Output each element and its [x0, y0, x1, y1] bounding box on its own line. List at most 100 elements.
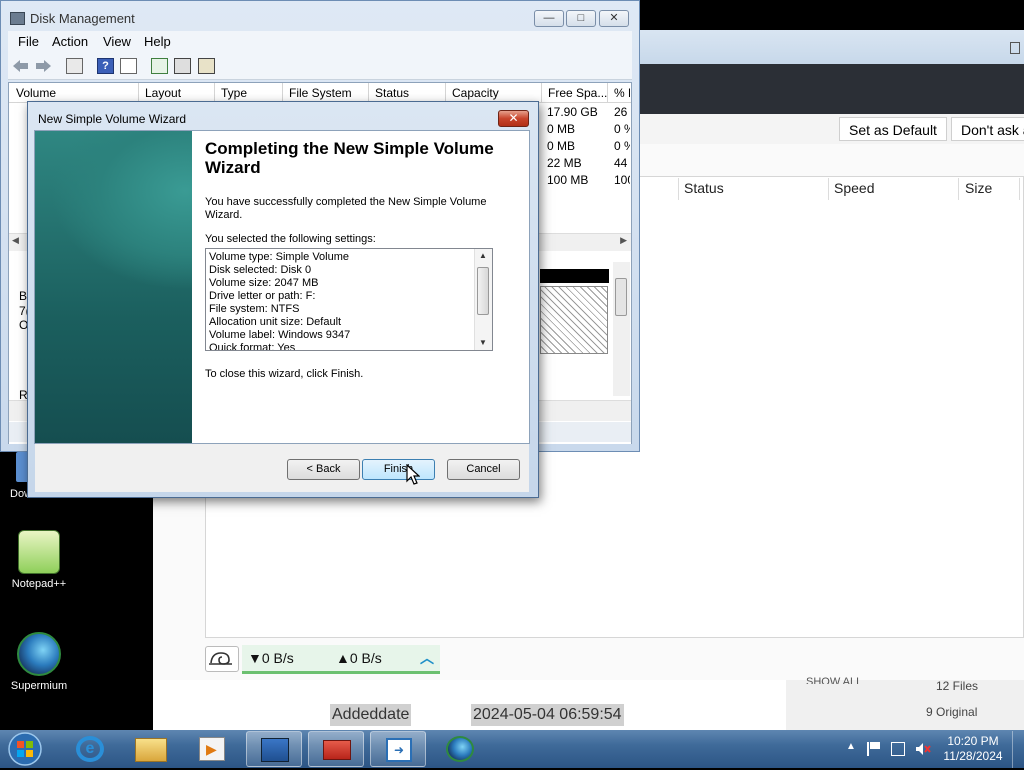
menu-file[interactable]: File	[18, 34, 39, 49]
desktop-icon-notepadpp[interactable]: Notepad++	[0, 530, 84, 590]
column-separator	[607, 83, 608, 102]
download-client-titlebar	[640, 30, 1024, 65]
volume-muted-icon[interactable]	[915, 742, 931, 756]
dont-ask-button[interactable]: Don't ask a	[951, 117, 1024, 141]
disk-management-icon	[261, 738, 289, 762]
chevron-up-icon[interactable]: ︿	[420, 645, 434, 671]
close-hint: To close this wizard, click Finish.	[205, 368, 364, 380]
back-button[interactable]: < Back	[287, 459, 360, 480]
column-separator	[445, 83, 446, 102]
settings-list: Volume type: Simple Volume Disk selected…	[209, 251, 471, 351]
media-player-icon: ▶	[199, 737, 225, 761]
column-separator	[368, 83, 369, 102]
desktop-icon-label: Supermium	[10, 680, 68, 692]
column-separator	[958, 178, 959, 200]
download-client-icon: ➜	[386, 738, 412, 762]
clock-date: 11/28/2024	[943, 749, 1003, 763]
network-icon[interactable]	[891, 742, 905, 756]
toolbox-icon	[323, 740, 351, 760]
setting-line: Volume type: Simple Volume	[209, 251, 350, 263]
taskbar-toolbox[interactable]	[308, 731, 364, 767]
speed-limit-snail-icon[interactable]	[205, 646, 239, 672]
taskbar-file-explorer[interactable]	[123, 731, 179, 767]
settings-icon[interactable]	[198, 58, 215, 74]
show-all-link[interactable]: SHOW ALL	[806, 676, 862, 684]
scroll-left-icon[interactable]: ◀	[12, 235, 19, 246]
menu-bar	[8, 31, 632, 53]
scroll-right-icon[interactable]: ▶	[620, 235, 627, 246]
back-arrow-icon[interactable]	[12, 58, 29, 74]
col-file-system[interactable]: File System	[289, 86, 352, 100]
internet-explorer-icon: e	[76, 736, 104, 762]
percent-free-cell: 100	[614, 173, 630, 187]
finish-button[interactable]: Finish	[362, 459, 435, 480]
maximize-button[interactable]: □	[566, 10, 596, 27]
taskbar-supermium[interactable]	[432, 731, 488, 767]
taskbar-disk-management[interactable]	[246, 731, 302, 767]
vertical-scrollbar[interactable]	[613, 262, 630, 396]
setting-line: Volume size: 2047 MB	[209, 277, 319, 289]
desktop-icon-supermium[interactable]: Supermium	[0, 632, 84, 692]
speed-status-bar: ▼0 B/s ▲0 B/s ︿	[242, 645, 440, 674]
action-center-flag-icon[interactable]	[867, 742, 883, 756]
refresh-icon[interactable]	[151, 58, 168, 74]
desktop-icon-label: Notepad++	[11, 578, 67, 590]
files-side-panel: SHOW ALL 12 Files 9 Original	[786, 676, 1024, 730]
show-hidden-icons-icon[interactable]: ▲	[846, 741, 856, 752]
taskbar-download-client[interactable]: ➜	[370, 731, 426, 767]
clock[interactable]: 10:20 PM 11/28/2024	[940, 734, 1006, 764]
taskbar-internet-explorer[interactable]: e	[62, 731, 118, 767]
percent-free-cell: 0 %	[614, 139, 630, 153]
col-type[interactable]: Type	[221, 86, 247, 100]
added-date-label: Addeddate	[330, 704, 412, 726]
column-separator	[1019, 178, 1020, 200]
wizard-intro: You have successfully completed the New …	[205, 196, 487, 221]
setting-line: Volume label: Windows 9347	[209, 329, 351, 341]
help-icon[interactable]: ?	[97, 58, 114, 74]
settings-scrollbar[interactable]: ▲ ▼	[474, 249, 492, 350]
col-status[interactable]: Status	[375, 86, 409, 100]
col-capacity[interactable]: Capacity	[452, 86, 499, 100]
column-header-speed[interactable]: Speed	[834, 180, 874, 196]
column-separator	[678, 178, 679, 200]
column-header-size[interactable]: Size	[965, 180, 992, 196]
partition-selected-block[interactable]	[540, 286, 608, 354]
added-date-value: 2024-05-04 06:59:54	[471, 704, 624, 726]
rescan-icon[interactable]	[174, 58, 191, 74]
setting-line: File system: NTFS	[209, 303, 300, 315]
download-speed: ▼0 B/s	[248, 650, 294, 666]
setting-line: Drive letter or path: F:	[209, 290, 316, 302]
set-as-default-button[interactable]: Set as Default	[839, 117, 947, 141]
mouse-pointer-icon	[406, 464, 420, 485]
wizard-close-button[interactable]: ✕	[498, 110, 529, 127]
cancel-button[interactable]: Cancel	[447, 459, 520, 480]
col-free-space[interactable]: Free Spa...	[548, 86, 607, 100]
window-title: Disk Management	[30, 11, 135, 26]
forward-arrow-icon[interactable]	[35, 58, 52, 74]
scroll-down-icon[interactable]: ▼	[479, 338, 487, 347]
wizard-side-banner	[35, 131, 192, 443]
settings-textbox[interactable]: Volume type: Simple Volume Disk selected…	[205, 248, 493, 351]
scroll-up-icon[interactable]: ▲	[479, 251, 487, 260]
menu-help[interactable]: Help	[144, 34, 171, 49]
minimize-button[interactable]: —	[534, 10, 564, 27]
setting-line: Allocation unit size: Default	[209, 316, 342, 328]
scroll-thumb[interactable]	[615, 278, 627, 316]
show-desktop-button[interactable]	[1012, 731, 1024, 768]
taskbar-media-player[interactable]: ▶	[184, 731, 240, 767]
setting-line: Quick format: Yes	[209, 342, 296, 351]
close-button[interactable]: ✕	[599, 10, 629, 27]
show-hide-tree-icon[interactable]	[66, 58, 83, 74]
col-layout[interactable]: Layout	[145, 86, 181, 100]
menu-view[interactable]: View	[103, 34, 131, 49]
properties-icon[interactable]	[120, 58, 137, 74]
start-button[interactable]	[4, 731, 46, 767]
free-space-cell: 0 MB	[547, 139, 576, 153]
column-header-status[interactable]: Status	[684, 180, 724, 196]
files-count: 12 Files	[936, 679, 979, 693]
col-volume[interactable]: Volume	[16, 86, 56, 100]
setting-line: Disk selected: Disk 0	[209, 264, 312, 276]
menu-action[interactable]: Action	[52, 34, 88, 49]
scroll-thumb[interactable]	[477, 267, 489, 315]
col-percent-free[interactable]: % F	[614, 86, 630, 100]
